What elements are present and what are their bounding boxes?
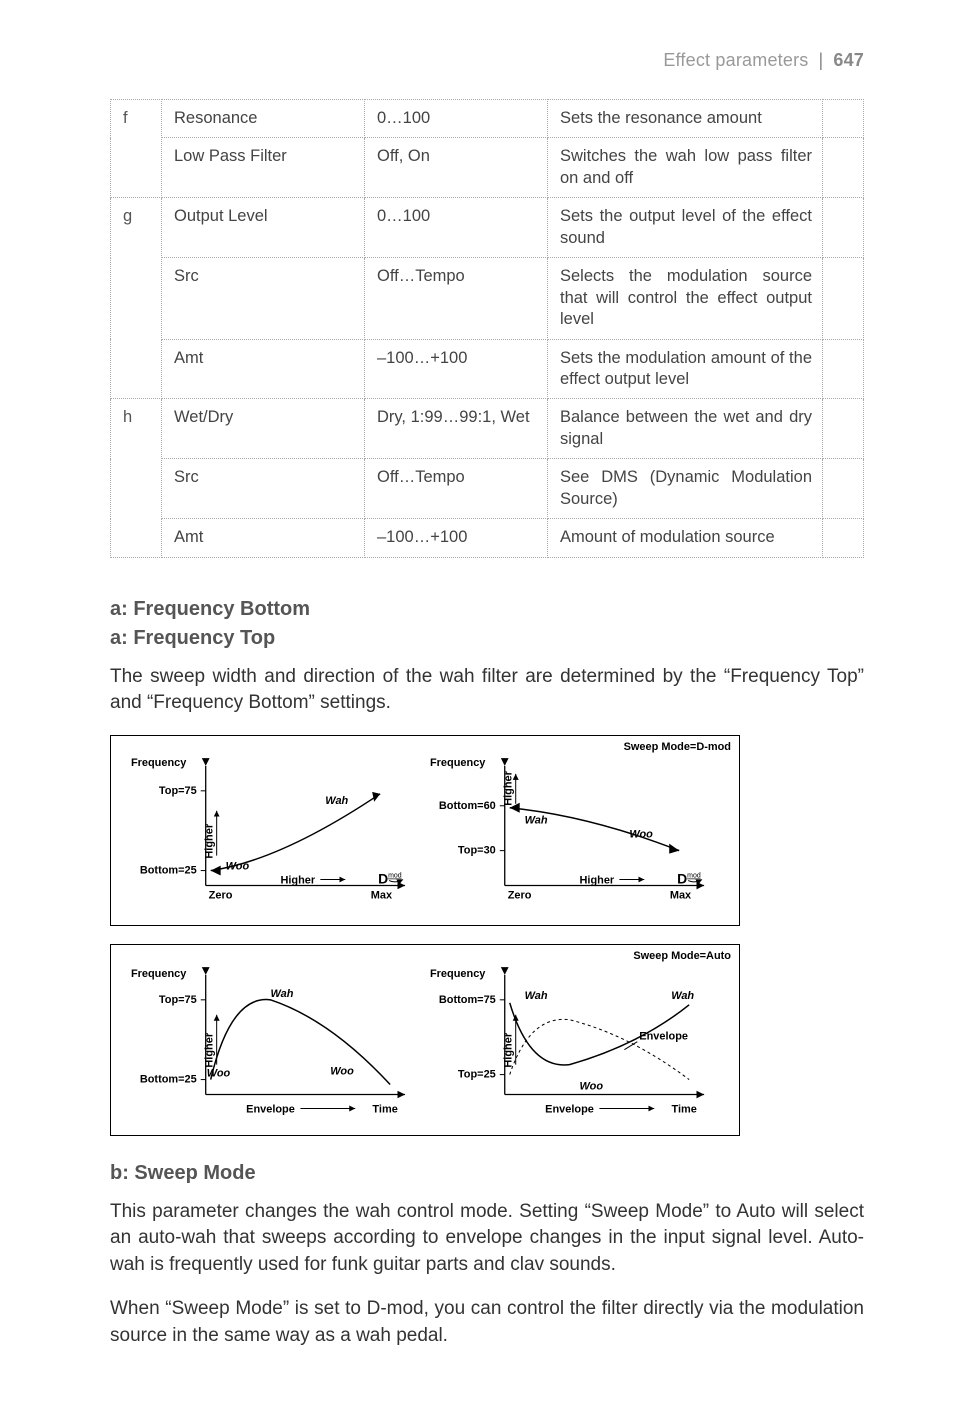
tick-label: Top=25 [458, 1069, 496, 1081]
subheading-a1: a: Frequency Bottom [110, 598, 864, 621]
axis-label-y: Frequency [430, 757, 486, 769]
param-name: Wet/Dry [162, 399, 365, 459]
axis-higher-x: Higher [280, 874, 315, 886]
param-range: Off…Tempo [365, 258, 548, 339]
curve-label: Wah [525, 990, 548, 1002]
param-desc: Switches the wah low pass filter on and … [548, 138, 823, 198]
paragraph: This parameter changes the wah control m… [110, 1199, 864, 1279]
table-tail [823, 519, 864, 557]
table-tail [823, 198, 864, 258]
axis-label-x: Time [671, 1104, 696, 1116]
param-name: Src [162, 258, 365, 339]
subheading-b: b: Sweep Mode [110, 1162, 864, 1185]
tick-label: Bottom=60 [439, 800, 496, 812]
tick-label: Max [670, 889, 692, 901]
subheading-a2: a: Frequency Top [110, 627, 864, 650]
page-number: 647 [833, 50, 864, 71]
axis-higher-y: Higher [204, 1032, 216, 1067]
curve-label: Woo [207, 1068, 231, 1080]
diagram-dmod: text{font-family:Arial;fill:#000} .lab{f… [110, 735, 740, 926]
curve-label: Wah [671, 990, 694, 1002]
axis-higher-x: Higher [580, 874, 615, 886]
table-tail [823, 339, 864, 399]
diagram-auto: text{font-family:Arial;fill:#000} .lab{f… [110, 944, 740, 1135]
param-desc: Balance between the wet and dry signal [548, 399, 823, 459]
tick-label: Bottom=75 [439, 994, 496, 1006]
table-tail [823, 459, 864, 519]
curve-label: Wah [325, 795, 348, 807]
param-range: 0…100 [365, 100, 548, 138]
tick-label: Bottom=25 [140, 864, 197, 876]
param-name: Low Pass Filter [162, 138, 365, 198]
param-name: Resonance [162, 100, 365, 138]
param-range: Off…Tempo [365, 459, 548, 519]
tick-label: Top=75 [159, 994, 197, 1006]
param-range: –100…+100 [365, 519, 548, 557]
param-desc: Sets the resonance amount [548, 100, 823, 138]
svg-text:mod: mod [388, 872, 402, 879]
param-desc: Sets the output level of the effect soun… [548, 198, 823, 258]
axis-caption: Envelope [246, 1104, 295, 1116]
param-name: Amt [162, 519, 365, 557]
dmod-icon: D mod [378, 870, 403, 886]
param-desc: Selects the modulation source that will … [548, 258, 823, 339]
table-tail [823, 258, 864, 339]
tick-label: Bottom=25 [140, 1074, 197, 1086]
param-range: –100…+100 [365, 339, 548, 399]
group-index: f [111, 100, 162, 198]
curve-label: Woo [226, 860, 250, 872]
paragraph: When “Sweep Mode” is set to D-mod, you c… [110, 1296, 864, 1349]
parameter-table: f Resonance 0…100 Sets the resonance amo… [110, 99, 864, 558]
paragraph: The sweep width and direction of the wah… [110, 664, 864, 717]
table-tail [823, 138, 864, 198]
curve-label: Wah [270, 988, 293, 1000]
svg-text:D: D [677, 870, 687, 886]
svg-text:D: D [378, 870, 388, 886]
chart-title: Sweep Mode=Auto [633, 950, 731, 962]
svg-text:mod: mod [687, 872, 701, 879]
axis-label-y: Frequency [131, 968, 187, 980]
curve-label: Wah [525, 814, 548, 826]
tick-label: Zero [508, 889, 532, 901]
param-desc: See DMS (Dynamic Modulation Source) [548, 459, 823, 519]
tick-label: Zero [209, 889, 233, 901]
curve-label: Woo [330, 1066, 354, 1078]
header-separator: | [818, 50, 823, 71]
tick-label: Top=30 [458, 844, 496, 856]
param-desc: Sets the modulation amount of the effect… [548, 339, 823, 399]
axis-label-y: Frequency [430, 968, 486, 980]
param-range: Off, On [365, 138, 548, 198]
param-desc: Amount of modulation source [548, 519, 823, 557]
group-index: h [111, 399, 162, 557]
chart-dmod: text{font-family:Arial;fill:#000} .lab{f… [111, 736, 739, 925]
running-header: Effect parameters | 647 [110, 50, 864, 71]
axis-higher-y: Higher [204, 823, 216, 858]
tick-label: Top=75 [159, 785, 197, 797]
tick-label: Max [371, 889, 393, 901]
axis-label-y: Frequency [131, 757, 187, 769]
table-tail [823, 100, 864, 138]
group-index: g [111, 198, 162, 399]
header-section: Effect parameters [663, 50, 808, 71]
dmod-icon: D mod [677, 870, 702, 886]
chart-title: Sweep Mode=D-mod [624, 741, 731, 753]
axis-label-x: Time [372, 1104, 397, 1116]
param-name: Output Level [162, 198, 365, 258]
table-tail [823, 399, 864, 459]
curve-label: Woo [629, 828, 653, 840]
curve-label: Envelope [639, 1031, 688, 1043]
param-range: 0…100 [365, 198, 548, 258]
axis-higher-y: Higher [503, 1032, 515, 1067]
axis-caption: Envelope [545, 1104, 594, 1116]
curve-label: Woo [580, 1081, 604, 1093]
axis-higher-y: Higher [503, 770, 515, 805]
param-name: Src [162, 459, 365, 519]
chart-auto: text{font-family:Arial;fill:#000} .lab{f… [111, 945, 739, 1134]
param-range: Dry, 1:99…99:1, Wet [365, 399, 548, 459]
param-name: Amt [162, 339, 365, 399]
